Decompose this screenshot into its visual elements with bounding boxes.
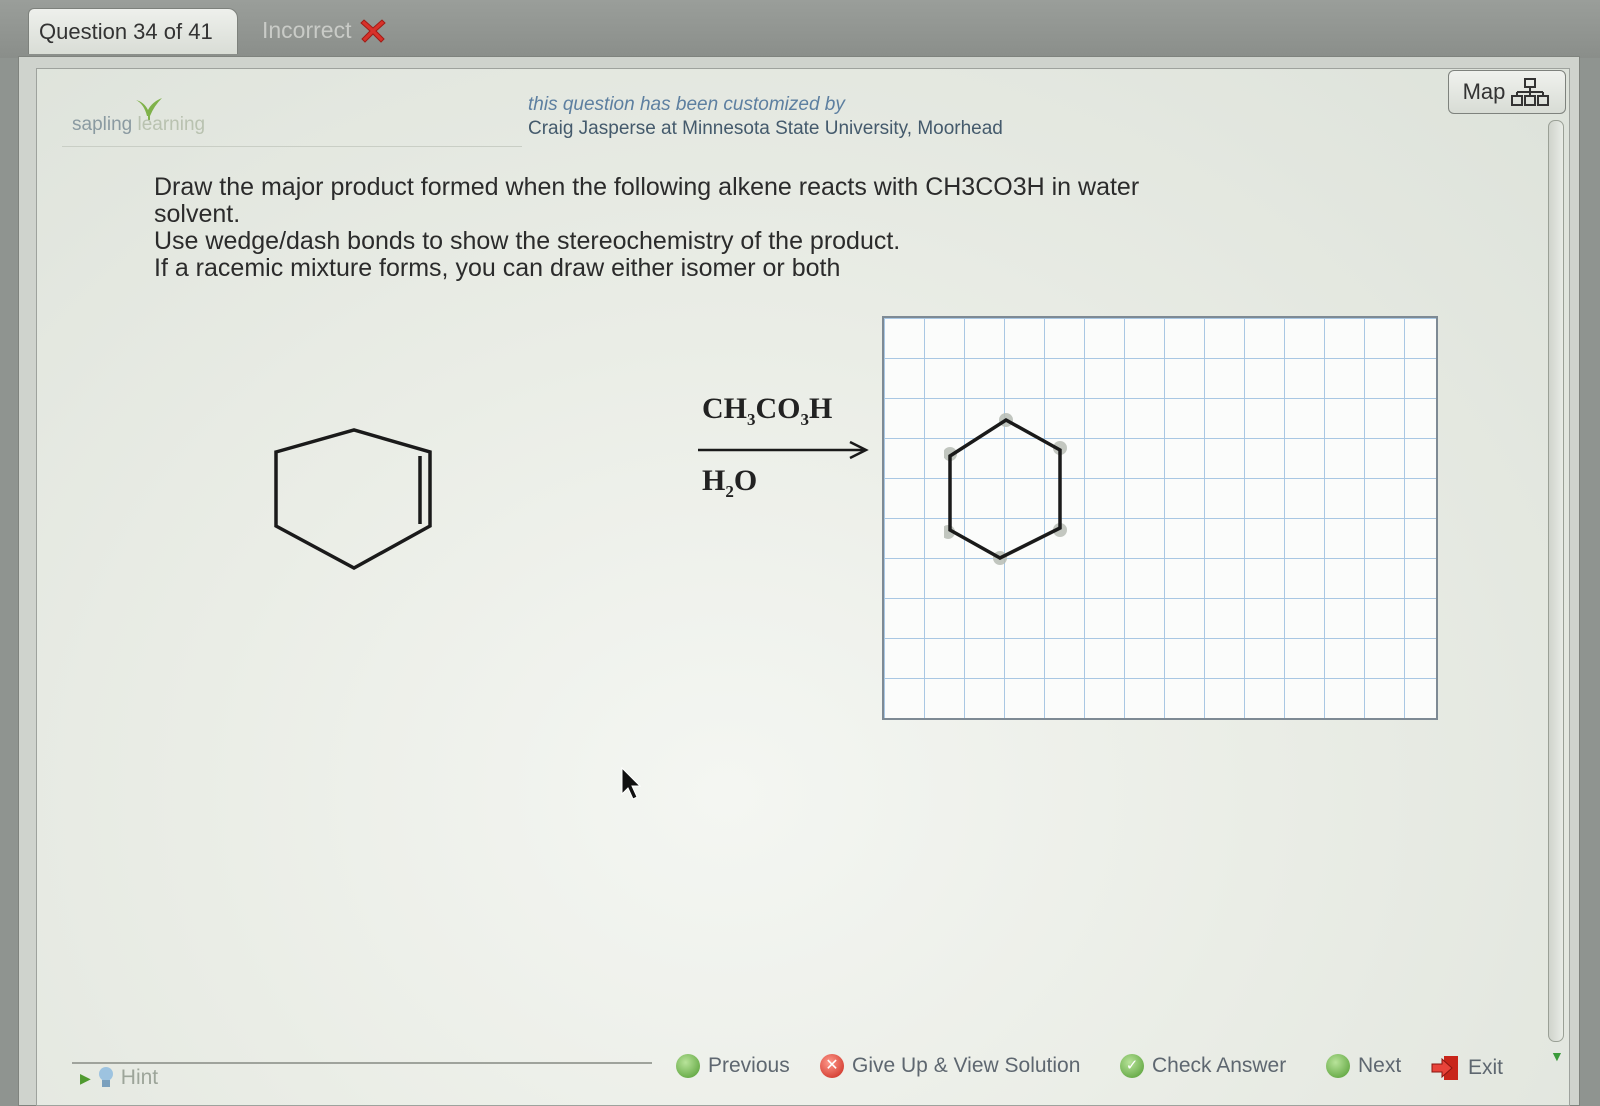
exit-button[interactable]: Exit xyxy=(1430,1054,1503,1082)
question-line-1: Draw the major product formed when the f… xyxy=(154,173,1140,201)
customized-by-author: Craig Jasperse at Minnesota State Univer… xyxy=(528,118,1003,139)
question-counter-tab: Question 34 of 41 xyxy=(28,8,238,54)
question-counter: Question 34 of 41 xyxy=(39,18,213,44)
checkmark-circle-icon: ✓ xyxy=(1120,1054,1144,1078)
scrollbar[interactable] xyxy=(1548,120,1564,1042)
question-line-2: solvent. xyxy=(154,200,241,228)
drawn-cyclohexane-structure[interactable] xyxy=(944,408,1084,568)
logo-part2: learning xyxy=(137,114,206,135)
next-button[interactable]: Next xyxy=(1326,1054,1401,1078)
question-line-4: If a racemic mixture forms, you can draw… xyxy=(154,254,841,282)
lightbulb-icon xyxy=(98,1067,113,1087)
reagent-peracid: CH3CO3H xyxy=(702,392,833,429)
status-label: Incorrect xyxy=(262,16,352,43)
hint-label: Hint xyxy=(120,1066,159,1089)
play-triangle-icon: ▶ xyxy=(80,1069,91,1086)
check-answer-label: Check Answer xyxy=(1152,1054,1287,1077)
status-indicator: Incorrect xyxy=(262,12,387,48)
reaction-arrow-icon xyxy=(698,440,869,460)
map-button[interactable]: Map xyxy=(1448,70,1566,114)
check-answer-button[interactable]: ✓ Check Answer xyxy=(1120,1054,1286,1078)
cyclohexene-structure-icon xyxy=(274,428,432,570)
question-line-3: Use wedge/dash bonds to show the stereoc… xyxy=(154,227,901,255)
divider xyxy=(62,146,522,147)
previous-button[interactable]: Previous xyxy=(676,1054,790,1078)
reagent-water: H2O xyxy=(702,464,758,501)
scroll-down-arrow-icon[interactable]: ▼ xyxy=(1550,1048,1564,1064)
sapling-learning-logo: sapling learning xyxy=(72,114,205,136)
next-label: Next xyxy=(1358,1054,1402,1077)
sitemap-icon xyxy=(1511,78,1550,106)
red-x-icon xyxy=(360,19,387,43)
exit-arrow-icon xyxy=(1431,1056,1458,1080)
exit-label: Exit xyxy=(1468,1056,1504,1079)
previous-label: Previous xyxy=(708,1054,790,1077)
question-text: Draw the major product formed when the f… xyxy=(154,174,1254,282)
previous-circle-icon xyxy=(676,1054,700,1078)
customized-by-note: this question has been customized by xyxy=(528,94,845,115)
mouse-pointer-icon xyxy=(621,766,642,800)
give-up-button[interactable]: ✕ Give Up & View Solution xyxy=(820,1054,1080,1078)
hint-button[interactable]: ▶ Hint xyxy=(80,1066,158,1090)
drawing-canvas[interactable] xyxy=(882,316,1438,720)
map-label: Map xyxy=(1462,79,1506,104)
footer-divider xyxy=(72,1062,652,1064)
logo-part1: sapling xyxy=(72,114,133,135)
question-header-bar xyxy=(0,0,1600,58)
give-up-label: Give Up & View Solution xyxy=(852,1054,1081,1077)
next-circle-icon xyxy=(1326,1054,1350,1078)
stop-x-icon: ✕ xyxy=(820,1054,844,1078)
